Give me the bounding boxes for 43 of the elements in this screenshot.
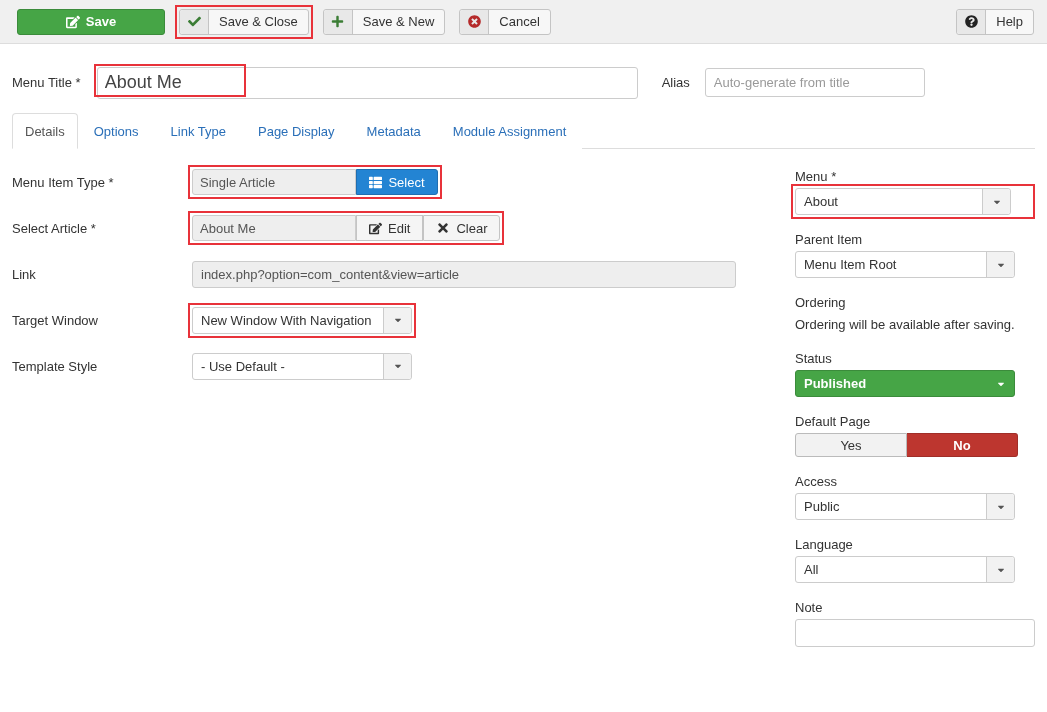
field-label: Link — [12, 266, 37, 282]
select-button[interactable]: Select — [356, 169, 438, 195]
select-field[interactable]: New Window With Navigation — [192, 306, 412, 334]
check-icon — [187, 15, 201, 28]
field-label: Menu Item Type * — [12, 174, 115, 190]
help-icon — [964, 15, 978, 28]
select-field[interactable]: - Use Default - — [192, 352, 412, 380]
field-label: Status — [795, 351, 833, 366]
select-field[interactable]: Menu Item Root — [795, 251, 1015, 278]
select-field[interactable]: About — [795, 188, 1011, 215]
field-label: Target Window — [12, 312, 99, 328]
select-field[interactable]: Public — [795, 493, 1015, 520]
x-icon — [436, 221, 451, 235]
value-field: About Me — [192, 215, 356, 241]
field-label: Menu Title * — [12, 75, 81, 90]
field-label: Note — [795, 600, 824, 615]
field-label: Alias — [661, 75, 690, 90]
edit-button[interactable]: Edit — [356, 215, 424, 241]
alias-input[interactable]: Auto-generate from title — [704, 68, 925, 97]
field-label: Language — [795, 537, 854, 552]
toggle-option[interactable]: Yes — [795, 433, 907, 457]
toggle-option[interactable]: No — [907, 433, 1018, 457]
field-label: Default Page — [795, 414, 872, 429]
select-field[interactable]: All — [795, 556, 1015, 583]
help-button[interactable]: Help — [956, 8, 1034, 35]
note-input[interactable] — [795, 619, 1035, 647]
toolbar-button[interactable]: Save & Close — [179, 8, 309, 35]
title-input[interactable]: About Me — [96, 66, 638, 99]
plus-icon — [331, 15, 345, 28]
tab[interactable]: Details — [12, 113, 78, 149]
info-text: Ordering will be available after saving. — [795, 317, 1016, 332]
link-field: index.php?option=com_content&view=article — [192, 260, 736, 288]
clear-button[interactable]: Clear — [423, 215, 501, 241]
toolbar-button[interactable]: Save & New — [322, 8, 446, 35]
toolbar-button[interactable]: Cancel — [459, 8, 551, 35]
field-label: Parent Item — [795, 232, 864, 247]
field-label: Select Article * — [12, 220, 97, 236]
field-label: Template Style — [12, 358, 99, 374]
field-label: Ordering — [795, 295, 847, 310]
list-icon — [369, 175, 383, 189]
value-field: Single Article — [192, 169, 356, 195]
field-label: Menu * — [795, 169, 838, 184]
field-label: Access — [795, 474, 838, 489]
